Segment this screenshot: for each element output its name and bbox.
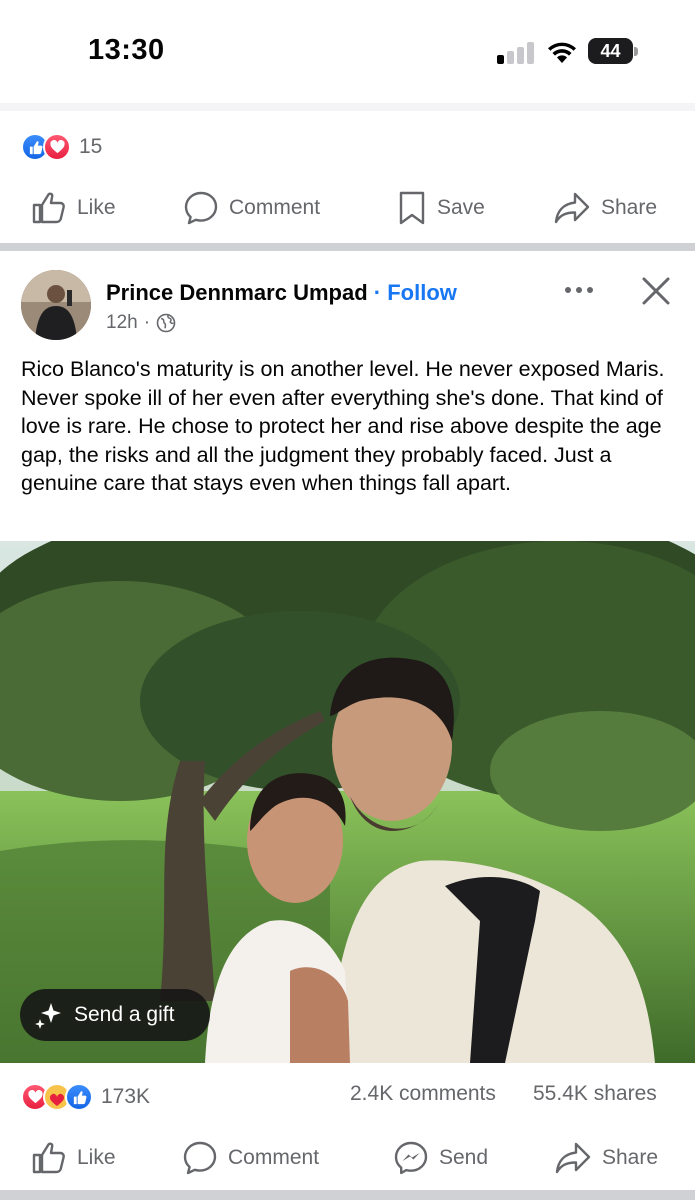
- comment-bubble-icon: [184, 191, 218, 225]
- comment-button[interactable]: Comment: [182, 1128, 319, 1188]
- post-action-bar: Like Comment Send Share: [0, 1128, 695, 1188]
- gift-sparkle-icon: [35, 1003, 61, 1029]
- close-icon[interactable]: [640, 275, 672, 307]
- send-label: Send: [439, 1146, 489, 1169]
- thumbs-up-icon: [32, 192, 65, 224]
- send-gift-label: Send a gift: [74, 1003, 175, 1026]
- bookmark-icon: [399, 191, 425, 225]
- more-options-icon[interactable]: [562, 278, 596, 302]
- globe-icon: [156, 313, 176, 333]
- post-photo[interactable]: [0, 541, 695, 1063]
- share-label: Share: [602, 1146, 659, 1169]
- post-divider: [0, 1190, 695, 1200]
- reaction-count: 173K: [101, 1085, 151, 1108]
- author-separator: ·: [373, 280, 382, 305]
- shares-count[interactable]: 55.4K shares: [533, 1082, 657, 1106]
- comment-button[interactable]: Comment: [183, 178, 320, 238]
- comment-label: Comment: [228, 1146, 320, 1169]
- reaction-count: 15: [79, 135, 103, 158]
- like-label: Like: [77, 1146, 116, 1169]
- avatar[interactable]: [21, 270, 91, 340]
- comments-count[interactable]: 2.4K comments: [350, 1082, 496, 1106]
- post-divider: [0, 243, 695, 251]
- share-button[interactable]: Share: [554, 1128, 658, 1188]
- share-arrow-icon: [555, 1142, 591, 1174]
- comment-bubble-icon: [183, 1141, 217, 1175]
- status-bar: 13:30 44: [0, 0, 695, 100]
- save-button[interactable]: Save: [397, 178, 485, 238]
- thumbs-up-icon: [32, 1142, 65, 1174]
- like-button[interactable]: Like: [31, 178, 116, 238]
- post-text: Rico Blanco's maturity is on another lev…: [21, 357, 665, 495]
- send-gift-button[interactable]: Send a gift: [20, 989, 210, 1041]
- meta-separator: ·: [143, 312, 151, 333]
- post-author-line: Prince Dennmarc Umpad · Follow: [106, 280, 457, 306]
- divider: [0, 103, 695, 111]
- share-arrow-icon: [554, 192, 590, 224]
- battery-icon: 44: [588, 38, 638, 64]
- battery-level: 44: [600, 41, 621, 61]
- save-label: Save: [437, 196, 485, 219]
- post-time[interactable]: 12h: [106, 312, 138, 334]
- author-name[interactable]: Prince Dennmarc Umpad: [106, 280, 368, 305]
- status-time: 13:30: [88, 34, 165, 66]
- wifi-icon: [548, 42, 576, 63]
- share-label: Share: [601, 196, 658, 219]
- share-button[interactable]: Share: [553, 178, 657, 238]
- like-label: Like: [77, 196, 116, 219]
- love-reaction-icon: [43, 133, 71, 161]
- send-button[interactable]: Send: [393, 1128, 488, 1188]
- post-reactions[interactable]: 173K: [21, 1081, 150, 1113]
- messenger-icon: [394, 1141, 428, 1175]
- prev-post-reactions[interactable]: 15: [21, 131, 102, 163]
- prev-post-action-bar: Like Comment Save Share: [0, 178, 695, 238]
- like-button[interactable]: Like: [31, 1128, 116, 1188]
- follow-button[interactable]: Follow: [387, 280, 457, 305]
- comment-label: Comment: [229, 196, 321, 219]
- cellular-signal-icon: [497, 42, 535, 64]
- like-reaction-icon: [65, 1083, 93, 1111]
- post-meta: 12h ·: [106, 312, 176, 334]
